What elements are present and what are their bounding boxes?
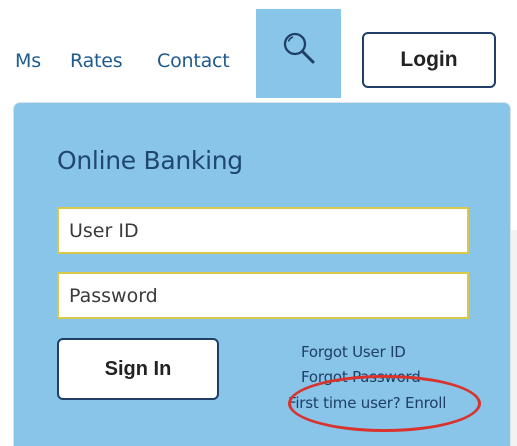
login-button[interactable]: Login — [362, 32, 496, 88]
online-banking-panel: Online Banking Sign In Forgot User ID Fo… — [14, 103, 510, 446]
search-icon — [283, 32, 314, 63]
nav-link-rates[interactable]: Rates — [70, 50, 123, 72]
forgot-password-link[interactable]: Forgot Password — [301, 368, 421, 386]
nav-link-contact[interactable]: Contact — [157, 50, 230, 72]
first-time-user-enroll-link[interactable]: First time user? Enroll — [288, 394, 446, 412]
nav-link-atms[interactable]: Ms — [15, 50, 41, 72]
top-navigation: Ms Rates Contact Login — [0, 0, 517, 100]
page-edge — [510, 230, 517, 446]
password-input[interactable] — [57, 272, 469, 319]
sign-in-button[interactable]: Sign In — [57, 338, 219, 400]
panel-title: Online Banking — [57, 146, 243, 175]
forgot-user-id-link[interactable]: Forgot User ID — [301, 343, 406, 361]
search-button[interactable] — [256, 9, 341, 98]
user-id-input[interactable] — [57, 207, 469, 254]
